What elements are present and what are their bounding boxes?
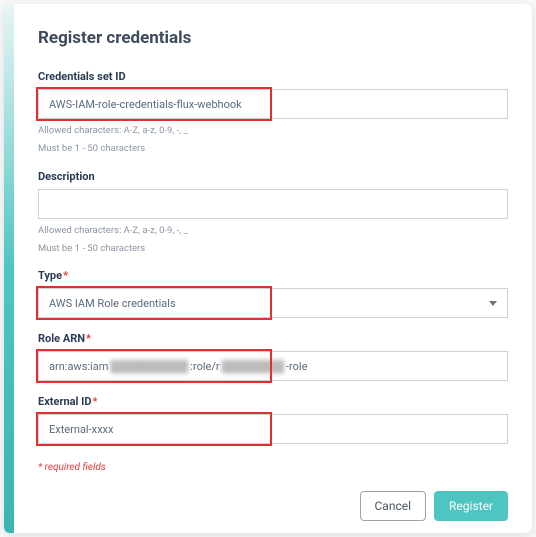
field-external-id: External ID* (38, 395, 508, 444)
required-star: * (63, 269, 68, 282)
type-label: Type* (38, 269, 508, 282)
description-label: Description (38, 170, 508, 183)
description-input[interactable] (38, 189, 508, 219)
cancel-button[interactable]: Cancel (360, 491, 427, 521)
required-star: * (93, 395, 98, 408)
field-role-arn: Role ARN* arn:aws:iam██████████:role/r██… (38, 332, 508, 381)
role-arn-input[interactable]: arn:aws:iam██████████:role/r████████-rol… (38, 351, 508, 381)
type-select[interactable]: AWS IAM Role credentials (38, 288, 508, 318)
field-description: Description Allowed characters: A-Z, a-z… (38, 170, 508, 256)
dialog-title: Register credentials (38, 28, 508, 48)
register-button[interactable]: Register (434, 491, 508, 521)
description-help2: Must be 1 - 50 characters (38, 242, 508, 255)
credentials-id-help1: Allowed characters: A-Z, a-z, 0-9, -, _ (38, 124, 508, 137)
dialog-body: Register credentials Credentials set ID … (14, 4, 532, 533)
required-fields-note: * required fields (38, 462, 508, 473)
register-credentials-dialog: Register credentials Credentials set ID … (4, 4, 532, 533)
credentials-id-help2: Must be 1 - 50 characters (38, 142, 508, 155)
field-type: Type* AWS IAM Role credentials (38, 269, 508, 318)
external-id-input[interactable] (38, 414, 508, 444)
field-credentials-id: Credentials set ID Allowed characters: A… (38, 70, 508, 156)
credentials-id-input[interactable] (38, 89, 508, 119)
dialog-button-row: Cancel Register (38, 473, 508, 521)
chevron-down-icon (489, 301, 497, 306)
description-help1: Allowed characters: A-Z, a-z, 0-9, -, _ (38, 224, 508, 237)
external-id-label: External ID* (38, 395, 508, 408)
type-select-value: AWS IAM Role credentials (49, 297, 176, 310)
dialog-accent-stripe (4, 4, 14, 533)
role-arn-label: Role ARN* (38, 332, 508, 345)
credentials-id-label: Credentials set ID (38, 70, 508, 83)
required-star: * (86, 332, 91, 345)
